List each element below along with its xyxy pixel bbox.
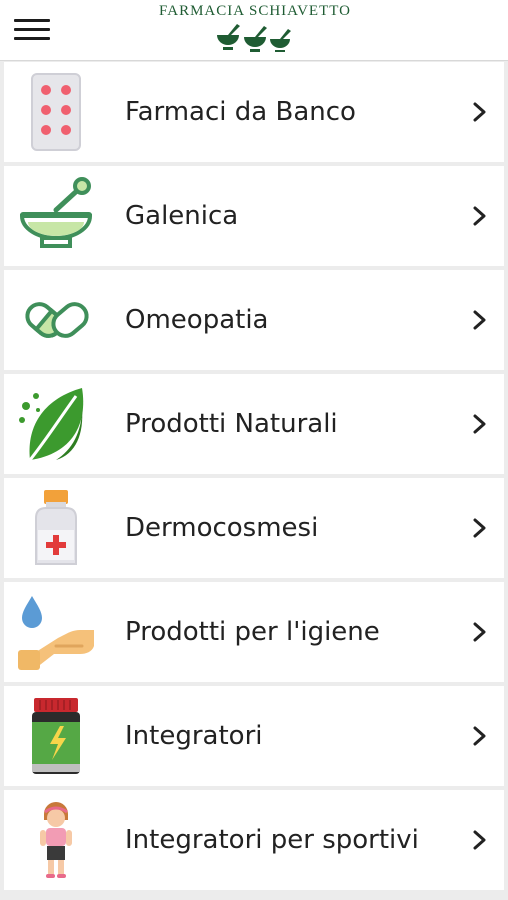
app-screen: FARMACIA SCHIAVETTO Farmaci da Banco Gal…	[0, 0, 508, 900]
chevron-right-icon	[470, 412, 490, 436]
logo-text: FARMACIA SCHIAVETTO	[159, 3, 351, 19]
chevron-right-icon	[470, 620, 490, 644]
capsules-icon	[16, 280, 96, 360]
category-label: Omeopatia	[125, 305, 269, 335]
chevron-right-icon	[470, 204, 490, 228]
chevron-right-icon	[470, 724, 490, 748]
category-label: Farmaci da Banco	[125, 97, 356, 127]
hamburger-menu-icon[interactable]	[12, 14, 52, 46]
category-integratori[interactable]: Integratori	[4, 686, 504, 786]
supplement-jar-icon	[16, 696, 96, 776]
bottle-icon	[16, 488, 96, 568]
category-prodotti-igiene[interactable]: Prodotti per l'igiene	[4, 582, 504, 682]
chevron-right-icon	[470, 828, 490, 852]
category-galenica[interactable]: Galenica	[4, 166, 504, 266]
hand-drop-icon	[16, 592, 96, 672]
mortar-and-pestle-logo-icon	[217, 24, 291, 52]
category-label: Integratori	[125, 721, 263, 751]
category-dermocosmesi[interactable]: Dermocosmesi	[4, 478, 504, 578]
category-prodotti-naturali[interactable]: Prodotti Naturali	[4, 374, 504, 474]
chevron-right-icon	[470, 100, 490, 124]
pharmacy-logo[interactable]: FARMACIA SCHIAVETTO	[140, 3, 370, 57]
top-bar: FARMACIA SCHIAVETTO	[0, 0, 508, 61]
category-label: Integratori per sportivi	[125, 825, 419, 855]
category-label: Dermocosmesi	[125, 513, 319, 543]
mortar-pestle-icon	[16, 176, 96, 256]
leaf-icon	[16, 384, 96, 464]
category-label: Prodotti Naturali	[125, 409, 338, 439]
category-label: Prodotti per l'igiene	[125, 617, 380, 647]
category-omeopatia[interactable]: Omeopatia	[4, 270, 504, 370]
chevron-right-icon	[470, 308, 490, 332]
pill-blister-icon	[16, 72, 96, 152]
athlete-icon	[16, 800, 96, 880]
category-label: Galenica	[125, 201, 239, 231]
category-farmaci-da-banco[interactable]: Farmaci da Banco	[4, 62, 504, 162]
chevron-right-icon	[470, 516, 490, 540]
category-integratori-sportivi[interactable]: Integratori per sportivi	[4, 790, 504, 890]
category-list: Farmaci da Banco Galenica Omeopatia Prod…	[4, 62, 504, 894]
